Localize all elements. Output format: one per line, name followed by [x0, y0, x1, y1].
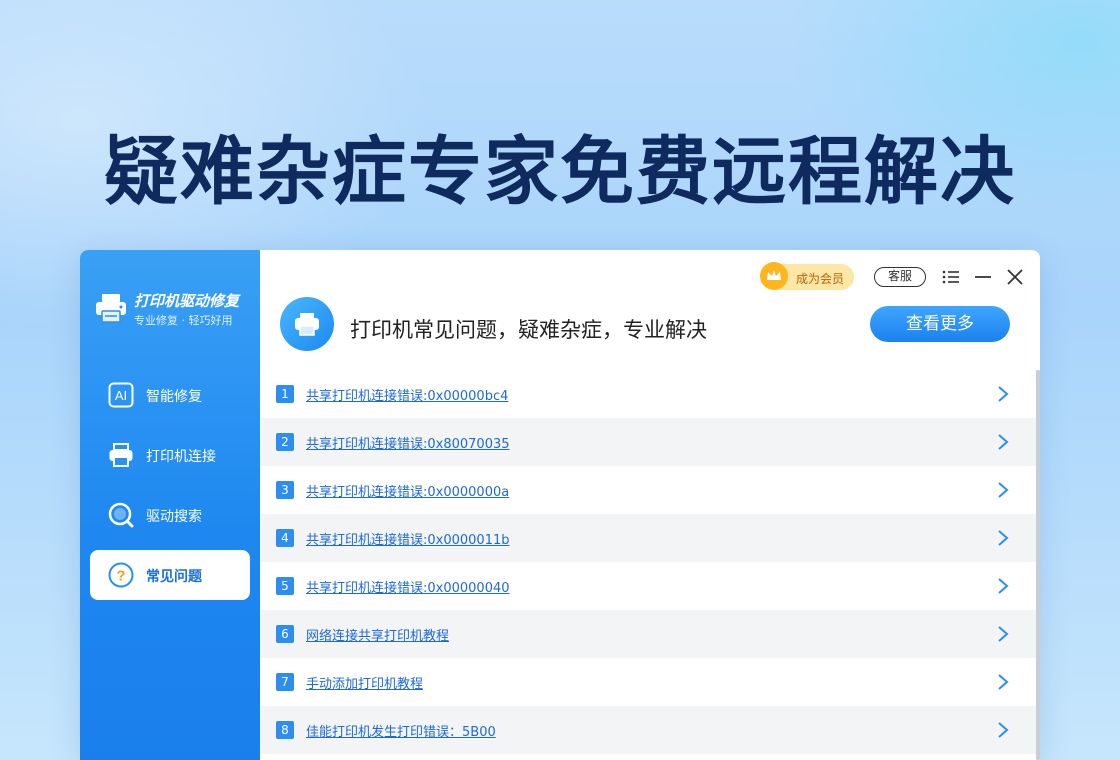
- faq-row[interactable]: 3 共享打印机连接错误:0x0000000a: [260, 466, 1036, 514]
- row-number: 6: [276, 625, 294, 643]
- sidebar-item-label: 驱动搜索: [146, 509, 202, 525]
- close-icon[interactable]: [1004, 266, 1026, 288]
- chevron-right-icon[interactable]: [996, 576, 1010, 596]
- brand: 打印机驱动修复 专业修复 · 轻巧好用: [94, 290, 254, 330]
- printer-logo-icon: [96, 294, 126, 323]
- faq-list: 1 共享打印机连接错误:0x00000bc4 2 共享打印机连接错误:0x800…: [260, 370, 1036, 754]
- printer-badge-icon: [280, 297, 334, 351]
- sidebar-item-label: 智能修复: [146, 389, 202, 405]
- search-icon: [108, 502, 134, 528]
- faq-row[interactable]: 6 网络连接共享打印机教程: [260, 610, 1036, 658]
- page-title: 疑难杂症专家免费远程解决: [104, 129, 1016, 215]
- sidebar-item-printer-connect[interactable]: 打印机连接: [90, 430, 250, 480]
- faq-banner: 打印机常见问题，疑难杂症，专业解决 查看更多: [260, 294, 1040, 362]
- sidebar-item-smart-repair[interactable]: AI 智能修复: [90, 370, 250, 420]
- svg-text:?: ?: [116, 568, 125, 585]
- sidebar-item-faq[interactable]: ? 常见问题: [90, 550, 250, 600]
- title-bar: 成为会员 客服: [740, 262, 1040, 290]
- scrollbar-thumb[interactable]: [1036, 370, 1040, 760]
- row-number: 1: [276, 385, 294, 403]
- chevron-right-icon[interactable]: [996, 528, 1010, 548]
- scrollbar[interactable]: [1036, 370, 1040, 760]
- faq-link[interactable]: 手动添加打印机教程: [306, 673, 423, 692]
- chevron-right-icon[interactable]: [996, 720, 1010, 740]
- customer-service-button[interactable]: 客服: [874, 267, 926, 287]
- row-number: 2: [276, 433, 294, 451]
- row-number: 4: [276, 529, 294, 547]
- app-window: 打印机驱动修复 专业修复 · 轻巧好用 AI 智能修复 打印机连接 驱动搜索 ?…: [80, 250, 1040, 760]
- banner-headline: 打印机常见问题，疑难杂症，专业解决: [350, 318, 707, 342]
- svg-text:AI: AI: [115, 388, 127, 403]
- minimize-icon[interactable]: [972, 266, 994, 288]
- brand-name: 打印机驱动修复: [134, 292, 240, 310]
- printer-icon: [109, 443, 133, 467]
- menu-icon[interactable]: [940, 266, 962, 288]
- sidebar-item-label: 常见问题: [146, 569, 202, 585]
- sidebar-item-driver-search[interactable]: 驱动搜索: [90, 490, 250, 540]
- chevron-right-icon[interactable]: [996, 384, 1010, 404]
- chevron-right-icon[interactable]: [996, 672, 1010, 692]
- crown-icon: [760, 262, 788, 290]
- faq-row[interactable]: 7 手动添加打印机教程: [260, 658, 1036, 706]
- row-number: 8: [276, 721, 294, 739]
- faq-link[interactable]: 网络连接共享打印机教程: [306, 625, 449, 644]
- chevron-right-icon[interactable]: [996, 432, 1010, 452]
- faq-row[interactable]: 4 共享打印机连接错误:0x0000011b: [260, 514, 1036, 562]
- sidebar-item-label: 打印机连接: [146, 449, 216, 465]
- sidebar: 打印机驱动修复 专业修复 · 轻巧好用 AI 智能修复 打印机连接 驱动搜索 ?…: [80, 250, 260, 760]
- faq-link[interactable]: 共享打印机连接错误:0x00000bc4: [306, 385, 508, 404]
- vip-label: 成为会员: [796, 272, 845, 286]
- question-icon: ?: [108, 562, 134, 588]
- vip-button[interactable]: 成为会员: [760, 262, 854, 290]
- ai-icon: AI: [108, 382, 134, 408]
- faq-row[interactable]: 8 佳能打印机发生打印错误：5B00: [260, 706, 1036, 754]
- faq-link[interactable]: 共享打印机连接错误:0x0000011b: [306, 529, 510, 548]
- chevron-right-icon[interactable]: [996, 624, 1010, 644]
- faq-row[interactable]: 5 共享打印机连接错误:0x00000040: [260, 562, 1036, 610]
- row-number: 5: [276, 577, 294, 595]
- active-indicator: [97, 568, 101, 582]
- faq-row[interactable]: 1 共享打印机连接错误:0x00000bc4: [260, 370, 1036, 418]
- faq-link[interactable]: 共享打印机连接错误:0x00000040: [306, 577, 510, 596]
- brand-subtitle: 专业修复 · 轻巧好用: [134, 314, 233, 327]
- row-number: 3: [276, 481, 294, 499]
- view-more-button[interactable]: 查看更多: [870, 306, 1010, 342]
- faq-link[interactable]: 共享打印机连接错误:0x0000000a: [306, 481, 509, 500]
- faq-row[interactable]: 2 共享打印机连接错误:0x80070035: [260, 418, 1036, 466]
- chevron-right-icon[interactable]: [996, 480, 1010, 500]
- row-number: 7: [276, 673, 294, 691]
- faq-link[interactable]: 佳能打印机发生打印错误：5B00: [306, 721, 496, 740]
- faq-link[interactable]: 共享打印机连接错误:0x80070035: [306, 433, 510, 452]
- sidebar-nav: AI 智能修复 打印机连接 驱动搜索 ? 常见问题: [90, 370, 250, 610]
- main-panel: 成为会员 客服 打印机常见问题，疑难杂症，专业解决 查看更多 1 共享打印机连接…: [260, 250, 1040, 760]
